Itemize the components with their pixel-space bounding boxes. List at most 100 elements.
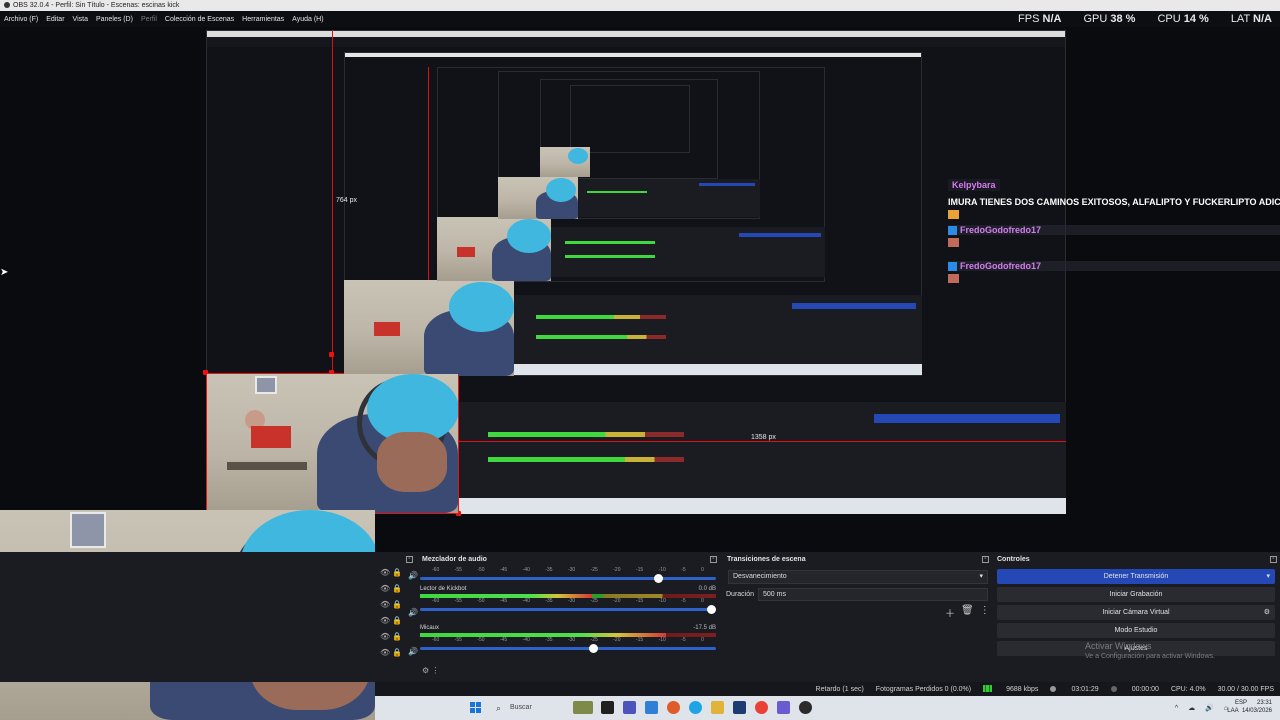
system-tray-icons[interactable]: ^ ☁ 🔊 ⌂ <box>1175 704 1232 712</box>
mixer-source-icons: 👁 🔒 👁 🔒 👁 🔒 👁 🔒 👁 🔒 👁 🔒 <box>380 568 408 664</box>
taskbar-app-chrome-icon[interactable] <box>755 701 768 714</box>
emote-icon <box>948 238 959 247</box>
fader-knob[interactable] <box>707 605 716 614</box>
eye-lock-icons[interactable]: 👁 🔒 <box>380 584 408 600</box>
scale-tick: -5 <box>681 598 686 604</box>
nested-docks-1 <box>458 402 1066 500</box>
fader-knob[interactable] <box>653 574 663 583</box>
speaker-icon[interactable]: 🔊 <box>408 571 418 580</box>
menu-editar[interactable]: Editar <box>46 16 64 23</box>
transitions-title: Transiciones de escena <box>727 556 806 563</box>
window-titlebar: OBS 32.0.4 - Perfil: Sin Título - Escena… <box>0 0 1280 11</box>
speaker-icon[interactable]: 🔊 <box>408 647 418 656</box>
lat-stat: LAT N/A <box>1230 13 1272 25</box>
taskbar-search[interactable]: ⌕ Buscar <box>490 700 570 716</box>
eye-lock-icons[interactable]: 👁 🔒 <box>380 616 408 632</box>
taskbar-app-teams-icon[interactable] <box>623 701 636 714</box>
chevron-down-icon: ▾ <box>979 573 983 580</box>
taskbar-app-mail-icon[interactable] <box>645 701 658 714</box>
emote-icon <box>948 210 959 219</box>
nested-docks-2 <box>514 295 922 365</box>
scale-tick: -55 <box>454 637 462 643</box>
scale-tick: 0 <box>701 598 704 604</box>
studio-mode-button[interactable]: Modo Estudio <box>997 623 1275 638</box>
taskbar-app-firefox-icon[interactable] <box>667 701 680 714</box>
menu-archivo[interactable]: Archivo (F) <box>4 16 38 23</box>
add-icon[interactable]: ＋ <box>945 605 955 620</box>
chat-row: FredoGodofredo17 <box>948 261 1280 271</box>
start-recording-button[interactable]: Iniciar Grabación <box>997 587 1275 602</box>
dock-float-icon[interactable]: ▫ <box>406 556 413 563</box>
menu-perfil[interactable]: Perfil <box>141 16 157 23</box>
mixer-menu-icons[interactable]: ⚙ ⋮ <box>422 666 439 675</box>
start-virtualcam-button[interactable]: Iniciar Cámara Virtual ⚙ <box>997 605 1275 620</box>
mixer-channel-1: Lector de Kickbot 0.0 dB -60 -55 -50 -45 -40… <box>408 586 716 617</box>
preview-canvas[interactable]: 764 px 1358 px Kelpybara IMURA TIENES DO… <box>0 27 1280 552</box>
eye-lock-icons[interactable]: 👁 🔒 <box>380 648 408 664</box>
menu-paneles[interactable]: Paneles (D) <box>96 16 133 23</box>
transition-select[interactable]: Desvanecimiento ▾ <box>728 570 988 584</box>
more-icon[interactable]: ⋮ <box>980 605 990 620</box>
menu-vista[interactable]: Vista <box>73 16 88 23</box>
resize-handle[interactable] <box>329 352 334 357</box>
webcam-nested-3 <box>437 217 551 281</box>
scale-tick: -60 <box>432 598 440 604</box>
scale-tick: -50 <box>477 637 485 643</box>
volume-fader[interactable] <box>420 574 716 583</box>
volume-fader[interactable] <box>420 605 716 614</box>
fader-knob[interactable] <box>588 644 598 653</box>
duration-input[interactable]: 500 ms <box>758 588 988 601</box>
scale-tick: -30 <box>567 598 576 604</box>
taskbar-app-edge-icon[interactable] <box>689 701 702 714</box>
taskbar-app-taskview-icon[interactable] <box>601 701 614 714</box>
channel-name: Micaux <box>420 625 440 631</box>
menu-herramientas[interactable]: Herramientas <box>242 16 284 23</box>
dock-float-icon[interactable]: ▫ <box>1270 556 1277 563</box>
stop-stream-button[interactable]: Detener Transmisión ▾ <box>997 569 1275 584</box>
scale-tick: -60 <box>432 637 440 643</box>
scale-tick: -60 <box>432 567 440 573</box>
scale-tick: -15 <box>635 598 644 604</box>
windows-start-icon[interactable] <box>470 702 481 713</box>
taskbar-app-explorer-icon[interactable] <box>711 701 724 714</box>
menu-ayuda[interactable]: Ayuda (H) <box>292 16 323 23</box>
scale-tick: -45 <box>499 637 508 643</box>
tray-clock[interactable]: ESP 23:31 LAA 14/03/2026 <box>1227 699 1272 715</box>
chat-message: IMURA TIENES DOS CAMINOS EXITOSOS, ALFAL… <box>948 197 1280 207</box>
eye-lock-icons[interactable]: 👁 🔒 <box>380 632 408 648</box>
obs-icon <box>4 2 10 8</box>
channel-db: 0.0 dB <box>698 586 716 592</box>
dock-float-icon[interactable]: ▫ <box>710 556 717 563</box>
speaker-icon[interactable]: 🔊 <box>408 608 418 617</box>
trash-icon[interactable]: 🗑 <box>961 605 974 620</box>
chevron-down-icon[interactable]: ▾ <box>1266 569 1270 584</box>
level-meter <box>420 633 716 637</box>
windows-taskbar: ⌕ Buscar ^ ☁ 🔊 ⌂ ESP 23:31 LAA 14/03/202… <box>375 696 1280 720</box>
taskbar-app-obs-icon[interactable] <box>799 701 812 714</box>
cpu-stat: CPU 14 % <box>1157 13 1209 25</box>
scale-tick: -35 <box>545 567 553 573</box>
replay-status: Retardo (1 sec) <box>815 685 864 693</box>
eye-lock-icons[interactable]: 👁 🔒 <box>380 568 408 584</box>
taskbar-app-word-icon[interactable] <box>733 701 746 714</box>
chat-username: Kelpybara <box>948 179 1000 191</box>
menu-coleccion-escenas[interactable]: Colección de Escenas <box>165 16 234 23</box>
taskbar-app-discord-icon[interactable] <box>777 701 790 714</box>
volume-fader[interactable] <box>420 644 716 653</box>
scale-tick: -35 <box>545 637 553 643</box>
webcam-source-selected[interactable] <box>207 374 458 513</box>
gear-icon[interactable]: ⚙ <box>1264 605 1270 620</box>
scale-tick: -55 <box>454 598 462 604</box>
nested-docks-3 <box>551 227 825 277</box>
scale-tick: 0 <box>701 637 704 643</box>
taskbar-app-widgets-icon[interactable] <box>573 701 593 714</box>
mixer-channel-0: -60 -55 -50 -45 -40 -35 -30 -25 -20 -15 -10 -5 0 🔊 <box>408 567 716 583</box>
chat-overlay: Kelpybara IMURA TIENES DOS CAMINOS EXITO… <box>948 175 1280 283</box>
dock-float-icon[interactable]: ▫ <box>982 556 989 563</box>
nested-docks-4 <box>577 179 760 217</box>
eye-lock-icons[interactable]: 👁 🔒 <box>380 600 408 616</box>
activate-windows-title: Activar Windows <box>1085 641 1152 651</box>
measure-label-1: 764 px <box>336 197 358 204</box>
status-bar: Retardo (1 sec) Fotogramas Perdidos 0 (0… <box>375 682 1280 696</box>
scale-tick: 0 <box>701 567 704 573</box>
